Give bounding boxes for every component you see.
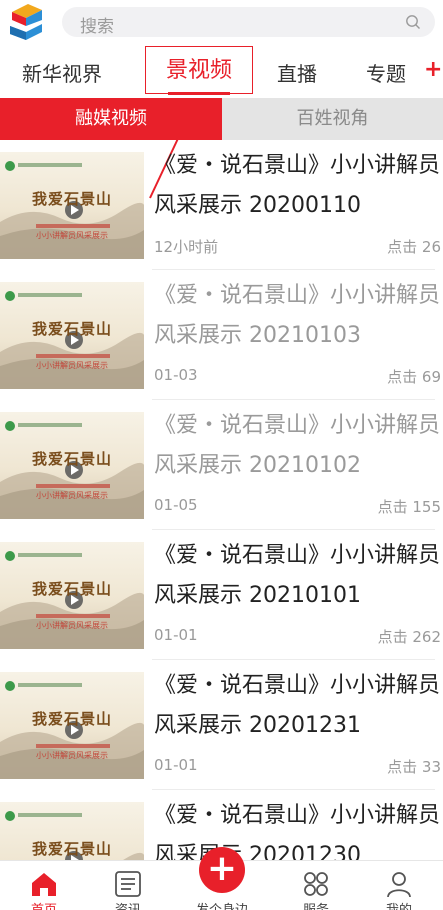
bottom-navigation: 首页 资讯 发个身边 + 服务 我的 [0, 847, 443, 910]
video-time: 01-01 [154, 756, 198, 774]
search-icon[interactable] [405, 14, 421, 30]
nav-post-label: 发个身边 [178, 899, 266, 910]
news-icon [115, 871, 141, 897]
search-placeholder: 搜索 [80, 17, 114, 37]
nav-me[interactable]: 我的 [355, 861, 443, 910]
nav-services[interactable]: 服务 [272, 861, 360, 910]
video-click-count: 点击 26 [387, 238, 441, 256]
list-item[interactable]: 我爱石景山 小小讲解员风采展示 《爱・说石景山》小小讲解员风采展示 202001… [0, 140, 443, 270]
user-icon [387, 872, 411, 898]
thumbnail-overlay-text: 我爱石景山 [31, 710, 112, 728]
grid-icon [304, 872, 328, 896]
video-thumbnail[interactable]: 我爱石景山 小小讲解员风采展示 [0, 282, 144, 389]
video-time: 01-01 [154, 626, 198, 644]
thumbnail-subtitle: 小小讲解员风采展示 [36, 751, 108, 760]
video-click-count: 点击 262 [377, 628, 441, 646]
nav-news-label: 资讯 [84, 899, 172, 910]
nav-home[interactable]: 首页 [0, 861, 88, 910]
video-click-count: 点击 155 [377, 498, 441, 516]
app-header: 搜索 [0, 0, 443, 44]
nav-news[interactable]: 资讯 [84, 861, 172, 910]
list-item[interactable]: 我爱石景山 小小讲解员风采展示 《爱・说石景山》小小讲解员风采展示 202012… [0, 660, 443, 790]
thumbnail-subtitle: 小小讲解员风采展示 [36, 231, 108, 240]
subtab-media-video[interactable]: 融媒视频 [0, 98, 222, 140]
video-thumbnail[interactable]: 我爱石景山 小小讲解员风采展示 [0, 412, 144, 519]
video-time: 12小时前 [154, 238, 219, 256]
video-click-count: 点击 33 [387, 758, 441, 776]
video-thumbnail[interactable]: 我爱石景山 小小讲解员风采展示 [0, 152, 144, 259]
video-click-count: 点击 69 [387, 368, 441, 386]
tab-jing-video[interactable]: 景视频 [145, 46, 253, 94]
video-title[interactable]: 《爱・说石景山》小小讲解员风采展示 20200110 [154, 146, 443, 226]
video-title[interactable]: 《爱・说石景山》小小讲解员风采展示 20210101 [154, 536, 443, 616]
thumbnail-overlay-text: 我爱石景山 [31, 450, 112, 468]
search-bar[interactable]: 搜索 [62, 7, 435, 37]
add-channel-plus-icon[interactable]: + [424, 59, 442, 81]
tab-xinhua[interactable]: 新华视界 [22, 58, 102, 87]
list-item[interactable]: 我爱石景山 小小讲解员风采展示 《爱・说石景山》小小讲解员风采展示 202101… [0, 270, 443, 400]
video-thumbnail[interactable]: 我爱石景山 小小讲解员风采展示 [0, 672, 144, 779]
video-thumbnail[interactable]: 我爱石景山 小小讲解员风采展示 [0, 542, 144, 649]
thumbnail-subtitle: 小小讲解员风采展示 [36, 361, 108, 370]
home-icon [32, 873, 56, 896]
list-item[interactable]: 我爱石景山 小小讲解员风采展示 《爱・说石景山》小小讲解员风采展示 202101… [0, 530, 443, 660]
video-title[interactable]: 《爱・说石景山》小小讲解员风采展示 20210102 [154, 406, 443, 486]
channel-tabs: 新华视界 景视频 直播 专题 + [0, 46, 443, 98]
thumbnail-subtitle: 小小讲解员风采展示 [36, 491, 108, 500]
plus-icon: + [206, 848, 238, 889]
app-logo-icon [10, 4, 42, 40]
video-time: 01-03 [154, 366, 198, 384]
active-tab-indicator [168, 92, 230, 95]
thumbnail-subtitle: 小小讲解员风采展示 [36, 621, 108, 630]
thumbnail-overlay-text: 我爱石景山 [31, 580, 112, 598]
tab-live[interactable]: 直播 [277, 58, 317, 87]
nav-services-label: 服务 [272, 899, 360, 910]
tab-topics[interactable]: 专题 [366, 58, 406, 87]
post-fab-button[interactable]: + [199, 847, 245, 893]
video-title[interactable]: 《爱・说石景山》小小讲解员风采展示 20201231 [154, 666, 443, 746]
subtab-public-view[interactable]: 百姓视角 [222, 98, 443, 140]
thumbnail-overlay-text: 我爱石景山 [31, 190, 112, 208]
video-title[interactable]: 《爱・说石景山》小小讲解员风采展示 20210103 [154, 276, 443, 356]
thumbnail-overlay-text: 我爱石景山 [31, 320, 112, 338]
list-item[interactable]: 我爱石景山 小小讲解员风采展示 《爱・说石景山》小小讲解员风采展示 202101… [0, 400, 443, 530]
nav-home-label: 首页 [0, 899, 88, 910]
thumbnail-overlay-text: 我爱石景山 [31, 840, 112, 858]
sub-tabs: 融媒视频 百姓视角 [0, 98, 443, 140]
nav-me-label: 我的 [355, 899, 443, 910]
video-time: 01-05 [154, 496, 198, 514]
